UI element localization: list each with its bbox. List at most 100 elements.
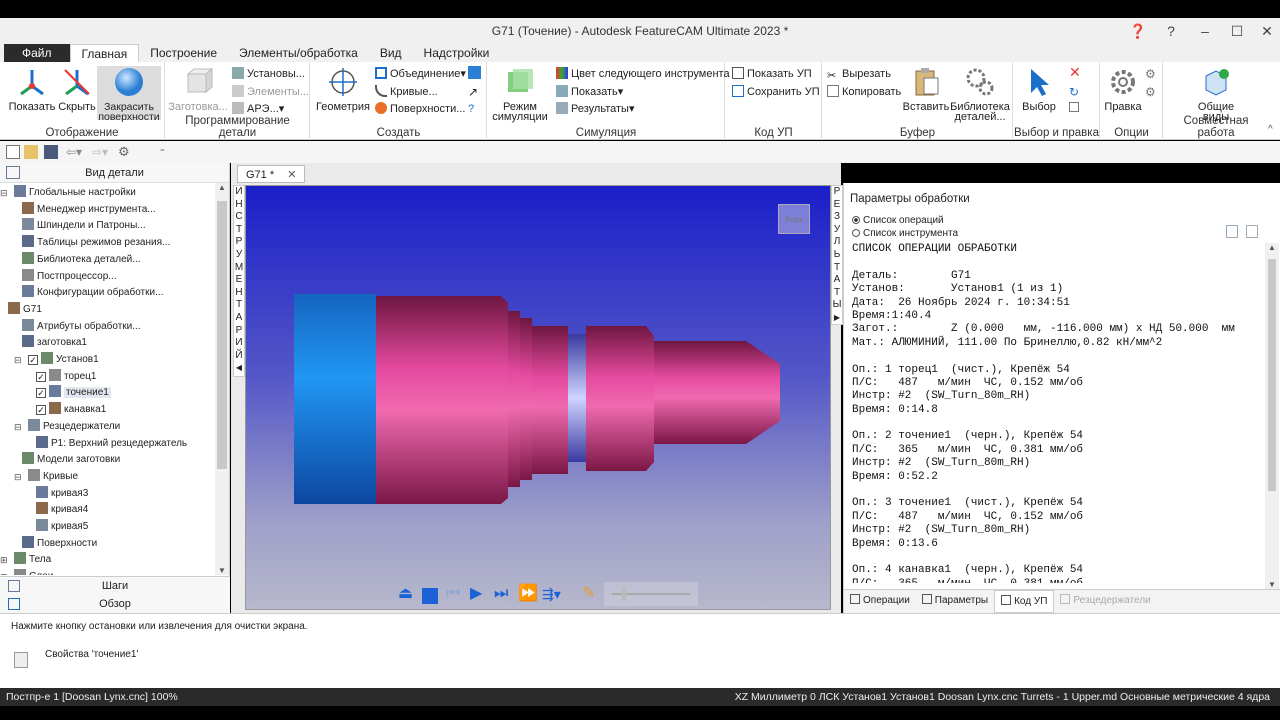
tree-item[interactable]: ⊟ Глобальные настройки xyxy=(0,185,136,201)
cut-button[interactable]: ✂ Вырезать xyxy=(827,66,891,82)
tree-checkbox[interactable]: ✓ xyxy=(36,371,46,382)
toolbox-strip[interactable]: И Н С Т Р У М Е Н Т А Р И Й ◀ xyxy=(233,185,245,377)
hide-button[interactable]: Скрыть xyxy=(54,66,100,113)
scroll-up-icon[interactable]: ▲ xyxy=(215,183,229,192)
menu-file[interactable]: Файл xyxy=(4,44,70,62)
copy-button[interactable]: Копировать xyxy=(827,84,901,100)
sim-show-button[interactable]: Показать▾ xyxy=(556,84,623,100)
redo-icon[interactable]: ↻ xyxy=(1069,84,1079,100)
tree-item[interactable]: P1: Верхний резцедержатель xyxy=(36,435,187,452)
undo-icon[interactable]: ⇦▾ xyxy=(66,145,90,159)
menu-addins[interactable]: Надстройки xyxy=(413,44,501,62)
step-mode-icon[interactable]: ⇶▾ xyxy=(542,586,561,602)
print-doc-icon[interactable] xyxy=(1246,225,1258,238)
open-folder-icon[interactable] xyxy=(24,145,38,159)
step-forward-icon[interactable]: ⏭ xyxy=(494,586,508,602)
customize-qat-icon[interactable]: ⁼ xyxy=(160,145,174,159)
redo-arrow-icon[interactable]: ⇨▾ xyxy=(92,145,116,159)
setups-button[interactable]: Установы... xyxy=(232,66,305,82)
tree-item[interactable]: кривая3 xyxy=(36,485,88,502)
tree-item[interactable]: ✓ точение1 xyxy=(36,385,111,401)
tree-item[interactable]: ✓ канавка1 xyxy=(36,402,106,418)
tree-item[interactable]: Постпроцессор... xyxy=(22,268,117,285)
settings-small-icon-2[interactable]: ⚙ xyxy=(1145,84,1156,100)
3d-viewport[interactable]: Верх ⏏ ⏮ ▶ ⏭ ⏩ ⇶▾ ✎ xyxy=(245,185,831,610)
tree-checkbox[interactable]: ✓ xyxy=(36,405,46,416)
maximize-icon[interactable]: ☐ xyxy=(1220,18,1254,44)
report-scrollbar[interactable]: ▲ ▼ xyxy=(1265,243,1279,589)
strip-expand-right-icon[interactable]: ▶ xyxy=(832,312,842,325)
expand-icon[interactable]: ⊞ xyxy=(0,552,8,568)
expand-icon[interactable]: ⊞ xyxy=(0,569,8,575)
menu-home[interactable]: Главная xyxy=(69,44,140,62)
tab-nc-code[interactable]: Код УП xyxy=(994,590,1055,613)
save-icon[interactable] xyxy=(44,145,58,159)
settings-icon[interactable]: ⚙ xyxy=(118,145,132,159)
report-scroll-thumb[interactable] xyxy=(1268,259,1276,491)
properties-label[interactable]: Свойства 'точение1' xyxy=(45,649,138,660)
tree-item[interactable]: ⊞ Слои xyxy=(0,569,53,575)
step-back-icon[interactable]: ⏮ xyxy=(446,586,460,602)
collapse-icon[interactable]: ⊟ xyxy=(0,185,8,201)
eject-icon[interactable]: ⏏ xyxy=(398,586,413,602)
save-nc-button[interactable]: Сохранить УП xyxy=(732,84,820,100)
tree-scrollbar[interactable]: ▲ ▼ xyxy=(215,183,229,575)
scroll-down-icon[interactable]: ▼ xyxy=(215,566,229,575)
tree-item[interactable]: Модели заготовки xyxy=(22,452,120,468)
tree-scroll-thumb[interactable] xyxy=(217,201,227,469)
steps-tab[interactable]: Шаги xyxy=(0,577,230,595)
tree-item[interactable]: Таблицы режимов резания... xyxy=(22,235,170,251)
shared-views-button[interactable]: Общие виды xyxy=(1188,66,1244,123)
play-icon[interactable]: ▶ xyxy=(470,586,482,602)
menu-view[interactable]: Вид xyxy=(369,44,413,62)
props-icon[interactable] xyxy=(1069,102,1079,112)
radio-tools-list[interactable]: Список инструмента xyxy=(852,228,958,240)
help-icon[interactable]: ? xyxy=(1154,18,1188,44)
tree-item[interactable]: G71 xyxy=(8,301,42,318)
help-community-icon[interactable]: ❓ xyxy=(1121,18,1155,44)
fast-forward-icon[interactable]: ⏩ xyxy=(518,586,538,602)
scroll-down-icon[interactable]: ▼ xyxy=(1265,580,1279,589)
collapse-icon[interactable]: ⊟ xyxy=(14,352,22,368)
ribbon-collapse-icon[interactable]: ^ xyxy=(1268,122,1273,138)
slider-thumb[interactable] xyxy=(622,587,626,601)
collapse-icon[interactable]: ⊟ xyxy=(14,469,22,485)
overview-tab[interactable]: Обзор xyxy=(0,595,230,613)
menu-build[interactable]: Построение xyxy=(139,44,228,62)
settings-small-icon[interactable]: ⚙ xyxy=(1145,66,1156,82)
show-button[interactable]: Показать xyxy=(6,66,58,113)
results-strip[interactable]: Р Е З У Л Ь Т А Т Ы ▶ xyxy=(831,185,843,325)
tree-item[interactable]: заготовка1 xyxy=(22,335,87,351)
menu-features[interactable]: Элементы/обработка xyxy=(228,44,369,62)
radio-ops-list[interactable]: Список операций xyxy=(852,215,944,227)
tree-item[interactable]: ⊟ Резцедержатели xyxy=(14,418,120,435)
delete-icon[interactable]: ✕ xyxy=(1069,64,1081,80)
part-library-button[interactable]: Библиотека деталей... xyxy=(949,66,1011,123)
simulation-mode-button[interactable]: Режим симуляции xyxy=(488,66,552,123)
properties-doc-icon[interactable] xyxy=(14,652,28,668)
tree-item[interactable]: ⊟ Кривые xyxy=(14,468,78,485)
paste-button[interactable]: Вставить xyxy=(901,66,951,113)
tree-item[interactable]: ⊞ Тела xyxy=(0,552,51,568)
tree-item[interactable]: кривая5 xyxy=(36,519,88,535)
edit-button[interactable]: Правка xyxy=(1103,66,1143,113)
tree-item[interactable]: Шпиндели и Патроны... xyxy=(22,218,146,234)
tree-checkbox[interactable]: ✓ xyxy=(36,388,46,399)
speed-slider[interactable] xyxy=(604,582,698,606)
collapse-icon[interactable]: ⊟ xyxy=(14,419,22,435)
doc-tab-g71[interactable]: G71 * ✕ xyxy=(237,165,306,183)
surfaces-button[interactable]: Поверхности... xyxy=(375,101,465,117)
stop-icon[interactable] xyxy=(422,588,438,604)
tree-item[interactable]: Менеджер инструмента... xyxy=(22,201,156,218)
minimize-icon[interactable]: – xyxy=(1188,18,1222,44)
tree-item[interactable]: Поверхности xyxy=(22,535,97,552)
tree-item[interactable]: ✓ торец1 xyxy=(36,368,96,385)
new-file-icon[interactable] xyxy=(6,145,20,159)
tree-item[interactable]: кривая4 xyxy=(36,502,88,518)
tab-parameters[interactable]: Параметры xyxy=(916,590,994,613)
tab-operations[interactable]: Операции xyxy=(844,590,916,613)
tree-item[interactable]: Библиотека деталей... xyxy=(22,251,141,268)
shade-surfaces-button[interactable]: Закрасить поверхности xyxy=(97,66,161,122)
geometry-button[interactable]: Геометрия xyxy=(315,66,371,113)
clear-brush-icon[interactable]: ✎ xyxy=(582,586,595,602)
